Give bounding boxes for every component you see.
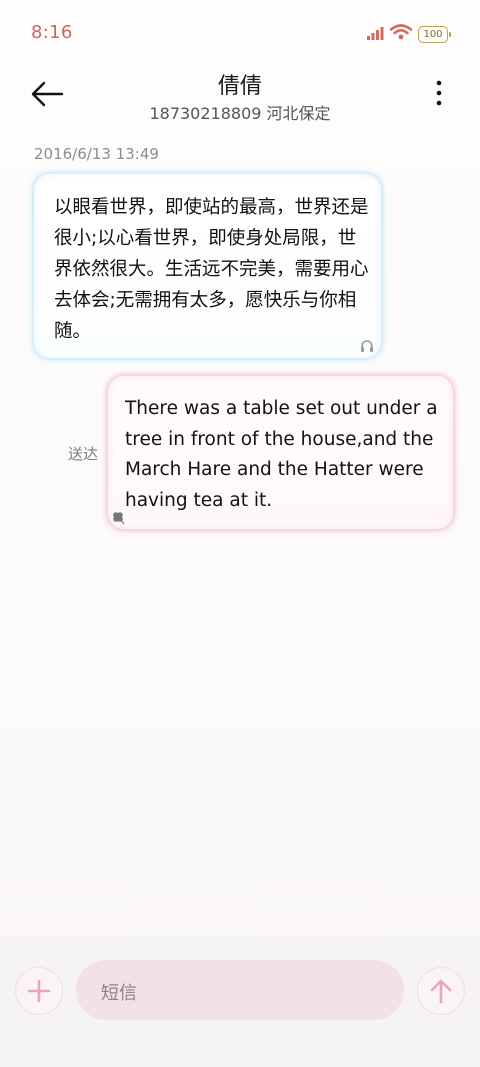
sms-conversation-screen: 8:16 100 倩倩 18730218809 河北保定 2016/6/13 1… bbox=[0, 0, 480, 1067]
outgoing-message-bubble[interactable]: There was a table set out under a tree i… bbox=[106, 374, 455, 531]
add-attachment-button[interactable] bbox=[15, 967, 63, 1015]
contact-name[interactable]: 倩倩 bbox=[0, 68, 480, 100]
battery-icon: 100 bbox=[418, 25, 451, 43]
outgoing-message-text: There was a table set out under a tree i… bbox=[125, 398, 438, 511]
sim-card-icon bbox=[361, 340, 373, 352]
status-bar: 8:16 100 bbox=[0, 0, 480, 66]
plus-icon bbox=[27, 979, 51, 1003]
send-button[interactable] bbox=[417, 967, 465, 1015]
more-options-button[interactable] bbox=[432, 78, 446, 110]
contact-info: 18730218809 河北保定 bbox=[149, 104, 331, 123]
incoming-message-text: 以眼看世界，即使站的最高，世界还是很小;以心看世界，即使身处局限，世界依然很大。… bbox=[54, 197, 369, 342]
send-arrow-up-icon bbox=[430, 979, 452, 1004]
clover-icon bbox=[113, 512, 125, 525]
battery-level: 100 bbox=[423, 28, 443, 40]
delivery-status: 送达 bbox=[68, 445, 99, 463]
sms-input-placeholder: 短信 bbox=[101, 983, 137, 1004]
message-composer: 短信 bbox=[0, 937, 480, 1067]
signal-icon bbox=[367, 25, 384, 44]
sms-input[interactable]: 短信 bbox=[76, 960, 404, 1020]
status-icons: 100 bbox=[367, 24, 451, 44]
message-timestamp: 2016/6/13 13:49 bbox=[34, 145, 159, 163]
conversation-header: 倩倩 18730218809 河北保定 bbox=[0, 66, 480, 130]
more-vertical-icon bbox=[436, 80, 442, 106]
incoming-message-bubble[interactable]: 以眼看世界，即使站的最高，世界还是很小;以心看世界，即使身处局限，世界依然很大。… bbox=[32, 172, 383, 360]
wifi-icon bbox=[389, 24, 413, 44]
status-time: 8:16 bbox=[31, 22, 73, 43]
